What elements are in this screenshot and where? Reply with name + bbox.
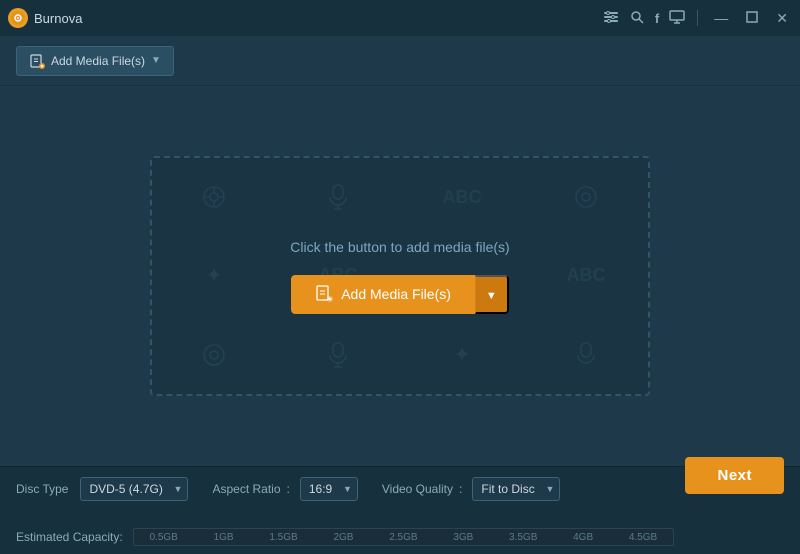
disc-type-select-wrapper: DVD-5 (4.7G) DVD-9 (8.5G) BD-25 BD-50 (80, 477, 188, 501)
estimated-label: Estimated Capacity: (16, 530, 123, 544)
add-media-center-button[interactable]: Add Media File(s) (291, 275, 475, 314)
aspect-ratio-field: Aspect Ratio : 16:9 4:3 (212, 477, 357, 501)
add-media-toolbar-label: Add Media File(s) (51, 54, 145, 68)
maximize-button[interactable] (742, 10, 762, 26)
wm-film-2 (524, 158, 648, 237)
wm-abc-1: ABC (400, 158, 524, 237)
disc-type-field: Disc Type DVD-5 (4.7G) DVD-9 (8.5G) BD-2… (16, 477, 188, 501)
aspect-colon: : (287, 482, 290, 496)
footer: Disc Type DVD-5 (4.7G) DVD-9 (8.5G) BD-2… (0, 466, 800, 554)
tick-1.5gb: 1.5GB (254, 532, 314, 545)
wm-abc-3: ABC (524, 237, 648, 316)
wm-mic-3 (524, 315, 648, 394)
wm-mic-1 (276, 158, 400, 237)
wm-film-1 (152, 158, 276, 237)
add-media-center-label: Add Media File(s) (341, 286, 451, 302)
wm-star-1: ✦ (152, 237, 276, 316)
tick-4.5gb: 4.5GB (613, 532, 673, 545)
minimize-button[interactable]: — (710, 10, 732, 26)
next-button[interactable]: Next (685, 457, 784, 494)
tick-0.5gb: 0.5GB (134, 532, 194, 545)
toolbar-dropdown-arrow: ▼ (151, 55, 161, 66)
app-icon (8, 8, 28, 28)
wm-mic-2 (276, 315, 400, 394)
search-icon[interactable] (629, 9, 645, 28)
tick-2.5gb: 2.5GB (373, 532, 433, 545)
divider (697, 10, 698, 26)
title-controls: f — ✕ (603, 9, 792, 28)
footer-top: Disc Type DVD-5 (4.7G) DVD-9 (8.5G) BD-2… (16, 477, 784, 501)
tick-2gb: 2GB (313, 532, 373, 545)
settings-icon[interactable] (603, 9, 619, 28)
quality-colon: : (459, 482, 462, 496)
add-media-toolbar-button[interactable]: Add Media File(s) ▼ (16, 46, 174, 76)
toolbar: Add Media File(s) ▼ (0, 36, 800, 86)
close-button[interactable]: ✕ (772, 10, 792, 27)
video-quality-select-wrapper: Fit to Disc High Medium Low (472, 477, 560, 501)
video-quality-field: Video Quality : Fit to Disc High Medium … (382, 477, 561, 501)
aspect-ratio-select-wrapper: 16:9 4:3 (300, 477, 358, 501)
tick-3.5gb: 3.5GB (493, 532, 553, 545)
title-bar: Burnova f (0, 0, 800, 36)
footer-bottom: Estimated Capacity: 0.5GB 1GB 1.5GB 2GB … (16, 528, 784, 546)
aspect-ratio-label: Aspect Ratio (212, 482, 280, 496)
disc-type-label: Disc Type (16, 482, 68, 496)
tick-3gb: 3GB (433, 532, 493, 545)
monitor-icon[interactable] (669, 9, 685, 28)
wm-star-2: ✦ (400, 315, 524, 394)
tick-1gb: 1GB (194, 532, 254, 545)
tick-4gb: 4GB (553, 532, 613, 545)
capacity-ticks: 0.5GB 1GB 1.5GB 2GB 2.5GB 3GB 3.5GB 4GB … (134, 529, 673, 545)
title-left: Burnova (8, 8, 82, 28)
capacity-bar: 0.5GB 1GB 1.5GB 2GB 2.5GB 3GB 3.5GB 4GB … (133, 528, 674, 546)
center-dropdown-arrow: ▼ (486, 290, 497, 302)
drop-zone: ABC ✦ ABC ABC ✦ Click the button to add … (150, 156, 650, 396)
disc-type-select[interactable]: DVD-5 (4.7G) DVD-9 (8.5G) BD-25 BD-50 (80, 477, 188, 501)
video-quality-label: Video Quality (382, 482, 453, 496)
drop-hint-text: Click the button to add media file(s) (290, 239, 509, 255)
main-content: ABC ✦ ABC ABC ✦ Click the button to add … (0, 86, 800, 466)
add-media-dropdown-button[interactable]: ▼ (475, 275, 509, 314)
app-name: Burnova (34, 11, 82, 26)
facebook-icon[interactable]: f (655, 11, 659, 26)
video-quality-select[interactable]: Fit to Disc High Medium Low (472, 477, 560, 501)
add-media-center-group: Add Media File(s) ▼ (291, 275, 509, 314)
aspect-ratio-select[interactable]: 16:9 4:3 (300, 477, 358, 501)
wm-film-3 (152, 315, 276, 394)
